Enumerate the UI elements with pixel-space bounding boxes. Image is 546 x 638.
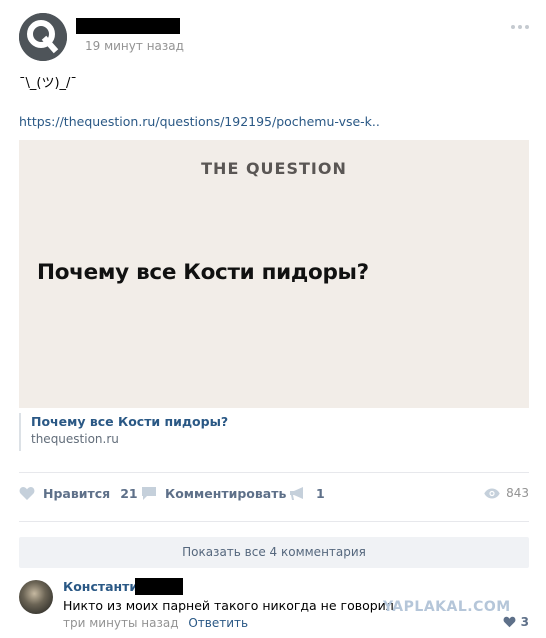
author-avatar[interactable]	[19, 13, 67, 61]
heart-icon	[503, 616, 516, 628]
post-time[interactable]: 19 минут назад	[85, 39, 184, 53]
megaphone-share-icon	[290, 487, 303, 500]
views-counter: 843	[484, 486, 529, 500]
comment-like-button[interactable]: 3	[503, 615, 529, 629]
divider	[19, 521, 529, 522]
q-logo-icon	[19, 13, 67, 61]
share-button[interactable]: 1	[289, 486, 325, 501]
eye-icon	[484, 488, 500, 498]
comment-time[interactable]: три минуты назад	[63, 616, 179, 630]
views-count: 843	[506, 486, 529, 500]
comment-icon	[142, 487, 156, 500]
snippet-image[interactable]: THE QUESTION Почему все Кости пидоры?	[19, 140, 529, 408]
snippet-caption[interactable]: Почему все Кости пидоры? thequestion.ru	[19, 413, 228, 451]
snippet-brand: THE QUESTION	[201, 159, 347, 178]
post-link[interactable]: https://thequestion.ru/questions/192195/…	[19, 114, 380, 129]
like-label: Нравится	[43, 486, 111, 501]
post-text: ¯\_(ツ)_/¯	[19, 76, 77, 91]
post-actions: Нравится 21 Комментировать 1 843	[19, 486, 529, 506]
like-count: 21	[120, 486, 138, 501]
snippet-title[interactable]: Почему все Кости пидоры?	[31, 413, 228, 430]
comment-button[interactable]: Комментировать	[141, 486, 286, 501]
divider	[19, 472, 529, 473]
snippet-headline: Почему все Кости пидоры?	[37, 260, 369, 285]
comment-label: Комментировать	[165, 486, 287, 501]
snippet-domain: thequestion.ru	[31, 432, 119, 446]
share-count: 1	[316, 486, 325, 501]
watermark: YAPLAKAL.COM	[383, 599, 511, 615]
comment-like-count: 3	[520, 615, 529, 629]
comment-avatar[interactable]	[19, 580, 53, 614]
comment-author-redacted	[135, 578, 183, 595]
comment-text: Никто из моих парней такого никогда не г…	[63, 598, 394, 613]
like-button[interactable]: Нравится 21	[19, 486, 138, 501]
author-name-redacted[interactable]	[76, 18, 180, 34]
heart-icon	[19, 487, 35, 500]
more-dots-icon[interactable]	[511, 25, 529, 29]
reply-button[interactable]: Ответить	[188, 616, 248, 630]
show-all-comments-button[interactable]: Показать все 4 комментария	[19, 537, 529, 568]
comment-meta: три минуты назад Ответить	[63, 616, 248, 630]
post-header: 19 минут назад	[19, 13, 531, 61]
